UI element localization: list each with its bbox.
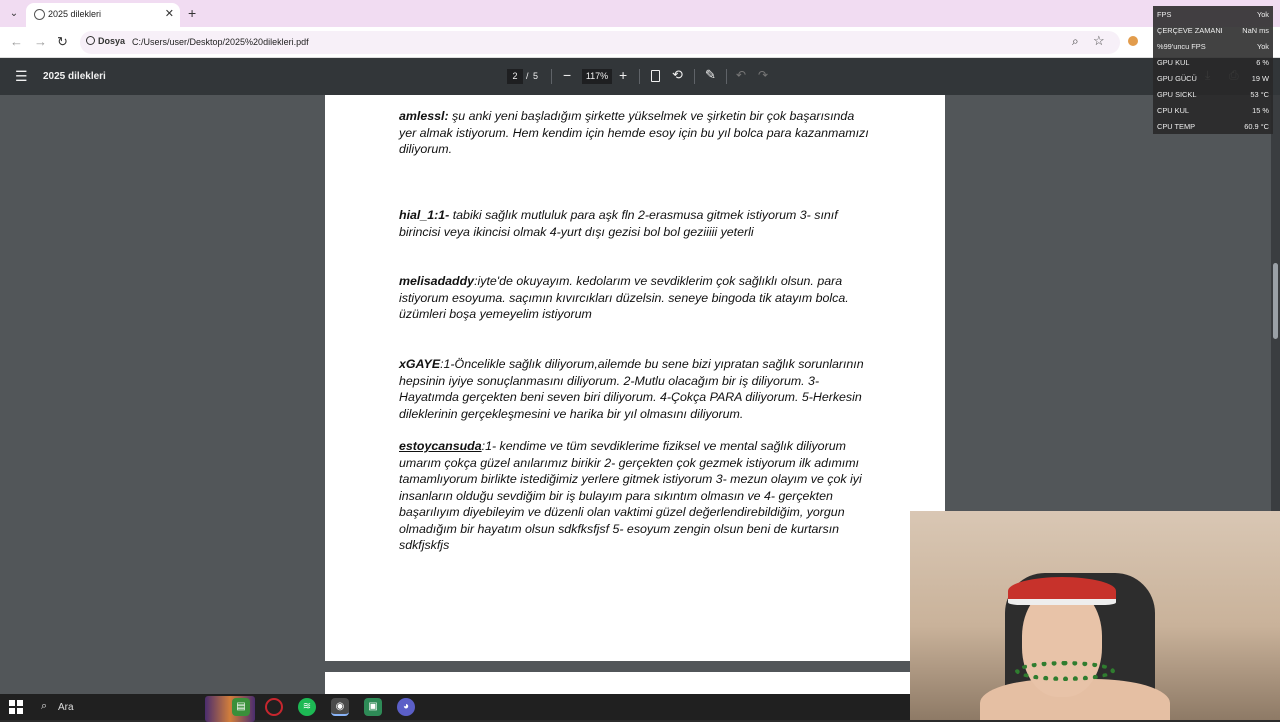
wish-entry: estoycansuda:1- kendime ve tüm sevdikler… bbox=[399, 438, 873, 554]
perf-key: %99'uncu FPS bbox=[1157, 42, 1206, 51]
green-app-icon[interactable]: ▣ bbox=[364, 698, 382, 716]
perf-row: GPU GÜCÜ 19 W bbox=[1157, 70, 1269, 86]
wish-entry: xGAYE:1-Öncelikle sağlık diliyorum,ailem… bbox=[399, 356, 873, 422]
perf-value: NaN ms bbox=[1242, 26, 1269, 35]
perf-row: CPU KUL 15 % bbox=[1157, 102, 1269, 118]
redo-icon[interactable]: ↷ bbox=[758, 68, 768, 82]
perf-key: GPU GÜCÜ bbox=[1157, 74, 1197, 83]
tab-search-chevron-icon[interactable]: ⌄ bbox=[6, 6, 22, 22]
bookmark-star-icon[interactable]: ☆ bbox=[1093, 33, 1105, 49]
santa-hat bbox=[1008, 577, 1116, 605]
forward-arrow-icon[interactable]: → bbox=[34, 34, 47, 49]
opera-app-icon[interactable] bbox=[265, 698, 283, 716]
reload-icon[interactable]: ↻ bbox=[57, 34, 68, 50]
search-icon: ⌕ bbox=[41, 700, 48, 712]
perf-key: ÇERÇEVE ZAMANI bbox=[1157, 26, 1223, 35]
taskbar-search[interactable]: ⌕ Ara bbox=[33, 696, 255, 722]
perf-value: 6 % bbox=[1256, 58, 1269, 67]
search-placeholder: Ara bbox=[58, 702, 74, 713]
perf-key: CPU KUL bbox=[1157, 106, 1190, 115]
undo-icon[interactable]: ↶ bbox=[736, 68, 746, 82]
entry-username: amlessl: bbox=[399, 109, 449, 123]
entry-username: melisadaddy bbox=[399, 274, 475, 288]
pdf-menu-icon[interactable]: ☰ bbox=[15, 68, 28, 85]
wish-entry: melisadaddy:iyte'de okuyayım. kedolarım … bbox=[399, 273, 873, 323]
address-bar[interactable]: Dosya C:/Users/user/Desktop/2025%20dilek… bbox=[80, 31, 1120, 54]
toolbar-divider bbox=[726, 69, 727, 84]
url-text[interactable]: C:/Users/user/Desktop/2025%20dilekleri.p… bbox=[132, 37, 309, 47]
wish-entry: hial_1:1- tabiki sağlık mutluluk para aş… bbox=[399, 207, 873, 240]
current-page-input[interactable]: 2 bbox=[507, 69, 523, 84]
performance-overlay: FPS Yok ÇERÇEVE ZAMANI NaN ms %99'uncu FPS… bbox=[1153, 6, 1273, 134]
perf-row: GPU SICKL 53 °C bbox=[1157, 86, 1269, 102]
pdf-next-page bbox=[325, 672, 945, 694]
site-info-button[interactable]: Dosya bbox=[86, 36, 125, 46]
zoom-level-input[interactable]: 117% bbox=[582, 69, 612, 84]
perf-key: GPU KUL bbox=[1157, 58, 1190, 67]
tab-title: 2025 dilekleri bbox=[48, 9, 102, 19]
zoom-in-icon[interactable]: + bbox=[619, 67, 627, 83]
scrollbar-thumb[interactable] bbox=[1273, 263, 1278, 339]
entry-text: şu anki yeni başladığım şirkette yükselm… bbox=[399, 109, 869, 156]
webcam-overlay bbox=[910, 511, 1280, 720]
store-app-icon[interactable]: ▤ bbox=[232, 698, 250, 716]
entry-username: estoycansuda bbox=[399, 439, 482, 453]
toolbar-divider bbox=[694, 69, 695, 84]
browser-toolbar: ← → ↻ Dosya C:/Users/user/Desktop/2025%2… bbox=[0, 27, 1280, 58]
garland-decoration bbox=[1015, 661, 1115, 681]
total-pages: 5 bbox=[533, 71, 539, 81]
perf-value: 60.9 °C bbox=[1244, 122, 1269, 131]
perf-key: CPU TEMP bbox=[1157, 122, 1196, 131]
entry-username: xGAYE bbox=[399, 357, 441, 371]
pdf-page: amlessl: şu anki yeni başladığım şirkett… bbox=[325, 95, 945, 661]
perf-row: %99'uncu FPS Yok bbox=[1157, 38, 1269, 54]
browser-tab-strip: ⌄ 2025 dilekleri ✕ + bbox=[0, 0, 1280, 27]
entry-text: :1- kendime ve tüm sevdiklerime fiziksel… bbox=[399, 439, 862, 552]
pdf-toolbar: ☰ 2025 dilekleri 2 / 5 − 117% + ⟲ ✎ ↶ ↷ … bbox=[0, 58, 1280, 95]
perf-value: Yok bbox=[1256, 42, 1269, 51]
windows-start-icon[interactable] bbox=[9, 700, 23, 714]
entry-text: :1-Öncelikle sağlık diliyorum,ailemde bu… bbox=[399, 357, 864, 421]
info-icon bbox=[86, 36, 95, 45]
globe-icon bbox=[34, 9, 45, 20]
fit-page-icon[interactable] bbox=[651, 70, 660, 82]
browser-tab[interactable]: 2025 dilekleri ✕ bbox=[26, 3, 180, 27]
zoom-magnifier-icon[interactable]: ⌕ bbox=[1072, 34, 1079, 49]
toolbar-divider bbox=[551, 69, 552, 84]
entry-username: hial_1:1- bbox=[399, 208, 450, 222]
perf-row: FPS Yok bbox=[1157, 6, 1269, 22]
discord-app-icon[interactable]: ◕ bbox=[397, 698, 415, 716]
toolbar-divider bbox=[639, 69, 640, 84]
perf-key: GPU SICKL bbox=[1157, 90, 1197, 99]
pdf-title: 2025 dilekleri bbox=[43, 71, 106, 82]
perf-key: FPS bbox=[1157, 10, 1172, 19]
wish-entry: amlessl: şu anki yeni başladığım şirkett… bbox=[399, 108, 873, 158]
extension-icon[interactable] bbox=[1128, 36, 1138, 46]
perf-value: Yok bbox=[1256, 10, 1269, 19]
perf-value: 19 W bbox=[1251, 74, 1269, 83]
perf-row: CPU TEMP 60.9 °C bbox=[1157, 118, 1269, 134]
chrome-app-icon[interactable]: ◉ bbox=[331, 698, 349, 716]
perf-row: GPU KUL 6 % bbox=[1157, 54, 1269, 70]
annotate-pen-icon[interactable]: ✎ bbox=[705, 67, 716, 83]
entry-text: tabiki sağlık mutluluk para aşk fln 2-er… bbox=[399, 208, 838, 239]
zoom-out-icon[interactable]: − bbox=[563, 67, 571, 83]
close-tab-icon[interactable]: ✕ bbox=[165, 7, 174, 20]
back-arrow-icon[interactable]: ← bbox=[10, 34, 23, 49]
perf-value: 53 °C bbox=[1250, 90, 1269, 99]
page-separator: / bbox=[526, 71, 529, 81]
new-tab-button[interactable]: + bbox=[188, 5, 196, 21]
rotate-icon[interactable]: ⟲ bbox=[672, 67, 683, 83]
spotify-app-icon[interactable]: ≋ bbox=[298, 698, 316, 716]
perf-value: 15 % bbox=[1252, 106, 1269, 115]
site-info-label: Dosya bbox=[98, 36, 126, 46]
perf-row: ÇERÇEVE ZAMANI NaN ms bbox=[1157, 22, 1269, 38]
